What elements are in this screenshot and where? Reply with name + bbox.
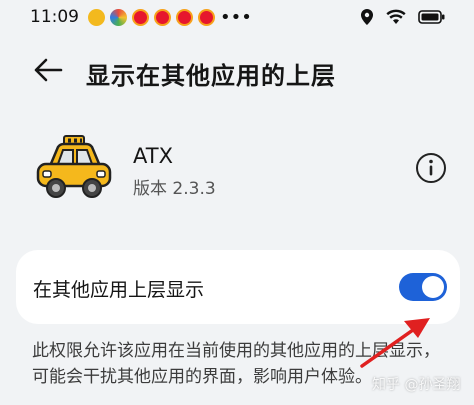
overlay-permission-card: 在其他应用上层显示 [16,250,460,324]
page-title: 显示在其他应用的上层 [86,62,336,90]
overlay-permission-toggle[interactable] [399,273,447,301]
dots-icon: ••• [220,6,252,28]
location-icon [361,9,373,25]
app-name: ATX [133,144,173,168]
app-icon [110,8,127,26]
back-arrow-icon [34,58,63,82]
taxi-app-icon [36,135,112,198]
overlay-permission-label: 在其他应用上层显示 [33,279,205,301]
weibo-icon [132,8,149,26]
status-bar: 11:09 ••• [0,0,474,34]
toggle-knob [422,276,444,298]
weibo-icon [198,8,215,26]
status-left: 11:09 ••• [30,7,252,28]
info-icon[interactable] [415,152,447,184]
status-time: 11:09 [30,7,79,27]
taxi-icon [88,8,105,26]
status-right [360,8,446,26]
weibo-icon [154,8,171,26]
app-info-row: ATX 版本 2.3.3 [0,122,474,212]
weibo-icon [176,8,193,26]
watermark: 知乎 @孙圣翔 [372,377,461,393]
app-version: 版本 2.3.3 [133,179,216,199]
back-button[interactable] [28,52,68,88]
header: 显示在其他应用的上层 [0,44,474,96]
wifi-icon [386,9,406,24]
battery-icon [418,10,445,24]
